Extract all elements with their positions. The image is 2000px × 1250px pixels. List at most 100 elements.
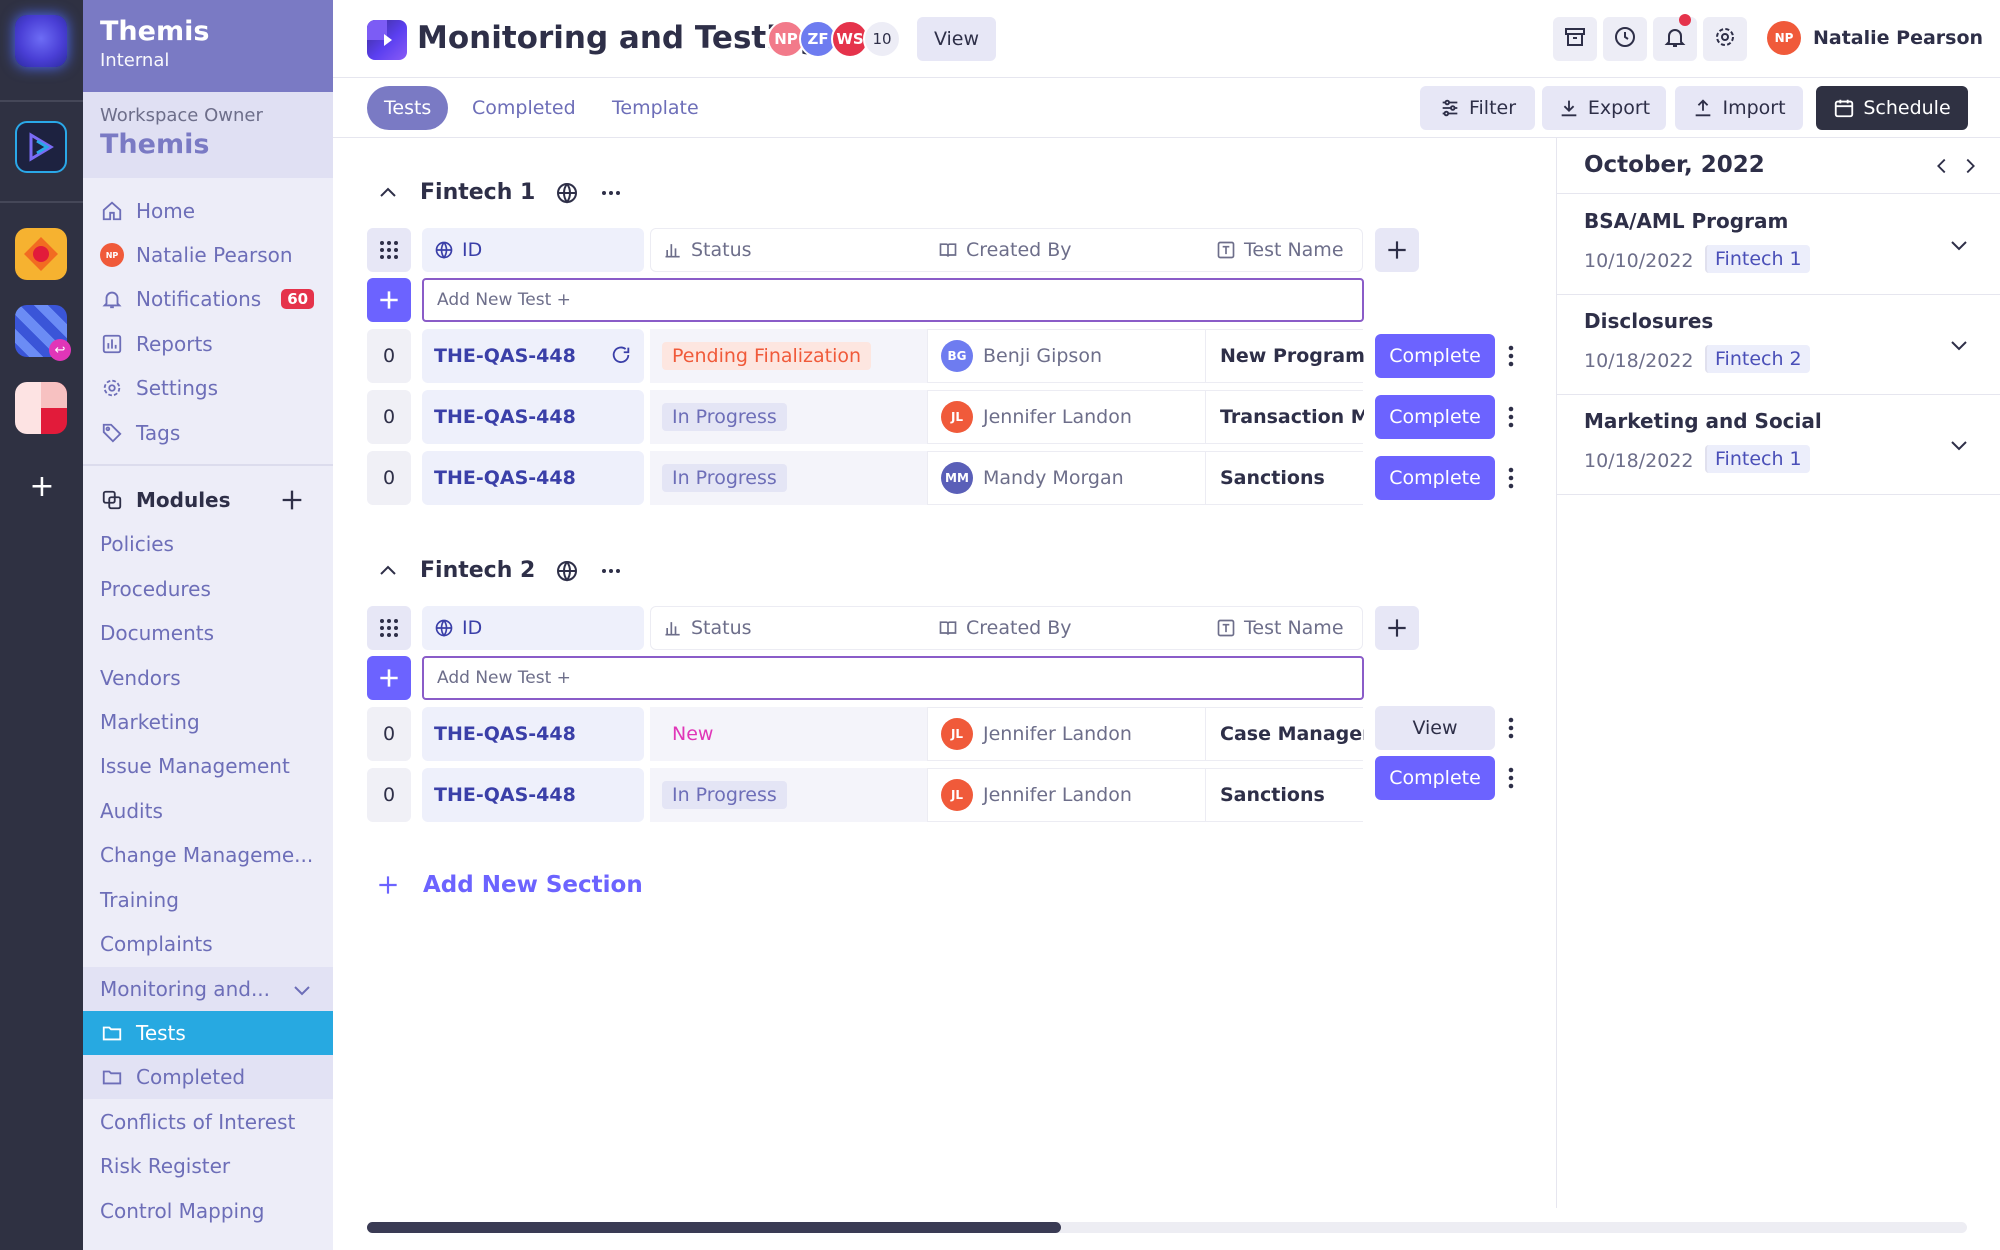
- test-id[interactable]: THE-QAS-448: [422, 451, 644, 505]
- schedule-item[interactable]: BSA/AML Program 10/10/2022 Fintech 1: [1557, 195, 2000, 295]
- drag-handle-icon[interactable]: [367, 606, 411, 650]
- collapse-chevron-icon[interactable]: [376, 181, 400, 205]
- chevron-down-icon[interactable]: [1947, 433, 1971, 461]
- export-button[interactable]: Export: [1542, 86, 1666, 130]
- sidebar-item-conflicts[interactable]: Conflicts of Interest: [83, 1100, 333, 1144]
- settings-button[interactable]: [1703, 17, 1747, 61]
- test-id[interactable]: THE-QAS-448: [422, 768, 644, 822]
- org-header[interactable]: Themis Internal: [83, 0, 333, 92]
- sidebar-item-change-management[interactable]: Change Manageme...: [83, 833, 333, 877]
- notifications-button[interactable]: [1653, 14, 1697, 61]
- add-test-button[interactable]: [367, 656, 411, 700]
- sidebar-item-audits[interactable]: Audits: [83, 789, 333, 833]
- collapse-chevron-icon[interactable]: [376, 559, 400, 583]
- add-section-button[interactable]: Add New Section: [375, 872, 643, 898]
- status-cell[interactable]: In Progress: [650, 390, 927, 444]
- add-column-button[interactable]: [1375, 606, 1419, 650]
- globe-icon[interactable]: [555, 559, 579, 583]
- test-id[interactable]: THE-QAS-448: [422, 390, 644, 444]
- status-cell[interactable]: New: [650, 707, 927, 761]
- sidebar-item-tests[interactable]: Tests: [83, 1011, 333, 1055]
- scrollbar-thumb[interactable]: [367, 1222, 1061, 1233]
- test-id[interactable]: THE-QAS-448: [422, 329, 644, 383]
- schedule-item[interactable]: Marketing and Social 10/18/2022 Fintech …: [1557, 395, 2000, 495]
- complete-button[interactable]: Complete: [1375, 395, 1495, 439]
- sidebar-item-settings[interactable]: Settings: [83, 366, 333, 410]
- add-test-input[interactable]: Add New Test +: [422, 656, 1364, 700]
- column-header-created-by[interactable]: Created By: [938, 617, 1072, 639]
- tab-template[interactable]: Template: [595, 86, 716, 130]
- column-header-created-by[interactable]: Created By: [938, 239, 1072, 261]
- test-name[interactable]: New Program: [1205, 329, 1364, 383]
- sidebar-item-tags[interactable]: Tags: [83, 411, 333, 455]
- column-header-status[interactable]: Status: [663, 239, 752, 261]
- column-header-test-name[interactable]: Test Name: [1216, 239, 1344, 261]
- app-icon-orange[interactable]: [15, 228, 67, 280]
- tab-tests[interactable]: Tests: [367, 86, 449, 130]
- chevron-down-icon[interactable]: [1947, 233, 1971, 261]
- add-test-button[interactable]: [367, 278, 411, 322]
- test-id[interactable]: THE-QAS-448: [422, 707, 644, 761]
- sidebar-item-procedures[interactable]: Procedures: [83, 567, 333, 611]
- test-name[interactable]: Case Managem: [1205, 707, 1364, 761]
- history-button[interactable]: [1603, 17, 1647, 61]
- sidebar-item-marketing[interactable]: Marketing: [83, 700, 333, 744]
- add-test-input[interactable]: Add New Test +: [422, 278, 1364, 322]
- sidebar-item-policies[interactable]: Policies: [83, 522, 333, 566]
- column-header-id[interactable]: ID: [422, 606, 644, 650]
- filter-button[interactable]: Filter: [1420, 86, 1535, 130]
- sidebar-item-issue-management[interactable]: Issue Management: [83, 744, 333, 788]
- app-icon-red[interactable]: [15, 382, 67, 434]
- more-options-icon[interactable]: [599, 181, 623, 205]
- sidebar-item-notifications[interactable]: Notifications 60: [83, 277, 333, 321]
- sidebar-item-complaints[interactable]: Complaints: [83, 922, 333, 966]
- sidebar-item-home[interactable]: Home: [83, 189, 333, 233]
- drag-handle-icon[interactable]: [367, 228, 411, 272]
- complete-button[interactable]: Complete: [1375, 756, 1495, 800]
- row-menu-icon[interactable]: [1501, 763, 1521, 793]
- sidebar-item-reports[interactable]: Reports: [83, 322, 333, 366]
- sidebar-item-documents[interactable]: Documents: [83, 611, 333, 655]
- refresh-icon[interactable]: [610, 344, 632, 366]
- sidebar-item-vendors[interactable]: Vendors: [83, 656, 333, 700]
- sidebar-item-control-mapping[interactable]: Control Mapping: [83, 1189, 333, 1233]
- test-name[interactable]: Transaction Mo: [1205, 390, 1364, 444]
- globe-icon[interactable]: [555, 181, 579, 205]
- test-name[interactable]: Sanctions: [1205, 768, 1364, 822]
- tab-completed[interactable]: Completed: [455, 86, 593, 130]
- themis-app-icon[interactable]: [15, 121, 67, 173]
- row-menu-icon[interactable]: [1501, 402, 1521, 432]
- column-header-status[interactable]: Status: [663, 617, 752, 639]
- complete-button[interactable]: Complete: [1375, 456, 1495, 500]
- test-name[interactable]: Sanctions: [1205, 451, 1364, 505]
- sidebar-item-profile[interactable]: NP Natalie Pearson: [83, 233, 333, 277]
- schedule-item[interactable]: Disclosures 10/18/2022 Fintech 2: [1557, 295, 2000, 395]
- add-column-button[interactable]: [1375, 228, 1419, 272]
- sidebar-item-risk-register[interactable]: Risk Register: [83, 1144, 333, 1188]
- chevron-right-icon[interactable]: [1959, 155, 1981, 177]
- workspace-switcher-icon[interactable]: [15, 15, 67, 67]
- view-test-button[interactable]: View: [1375, 706, 1495, 750]
- app-icon-blue[interactable]: ↩: [15, 305, 71, 361]
- row-menu-icon[interactable]: [1501, 713, 1521, 743]
- column-header-test-name[interactable]: Test Name: [1216, 617, 1344, 639]
- add-module-icon[interactable]: [278, 486, 306, 519]
- chevron-down-icon[interactable]: [1947, 333, 1971, 361]
- sidebar-item-training[interactable]: Training: [83, 878, 333, 922]
- status-cell[interactable]: In Progress: [650, 768, 927, 822]
- chevron-left-icon[interactable]: [1931, 155, 1953, 177]
- column-header-id[interactable]: ID: [422, 228, 644, 272]
- horizontal-scrollbar[interactable]: [367, 1222, 1967, 1233]
- more-options-icon[interactable]: [599, 559, 623, 583]
- status-cell[interactable]: In Progress: [650, 451, 927, 505]
- sidebar-item-monitoring[interactable]: Monitoring and...: [83, 967, 333, 1011]
- complete-button[interactable]: Complete: [1375, 334, 1495, 378]
- archive-button[interactable]: [1553, 17, 1597, 61]
- row-menu-icon[interactable]: [1501, 341, 1521, 371]
- user-menu[interactable]: NP Natalie Pearson: [1767, 21, 1983, 55]
- status-cell[interactable]: Pending Finalization: [650, 329, 927, 383]
- row-menu-icon[interactable]: [1501, 463, 1521, 493]
- import-button[interactable]: Import: [1675, 86, 1803, 130]
- schedule-button[interactable]: Schedule: [1816, 86, 1968, 130]
- sidebar-item-completed[interactable]: Completed: [83, 1055, 333, 1099]
